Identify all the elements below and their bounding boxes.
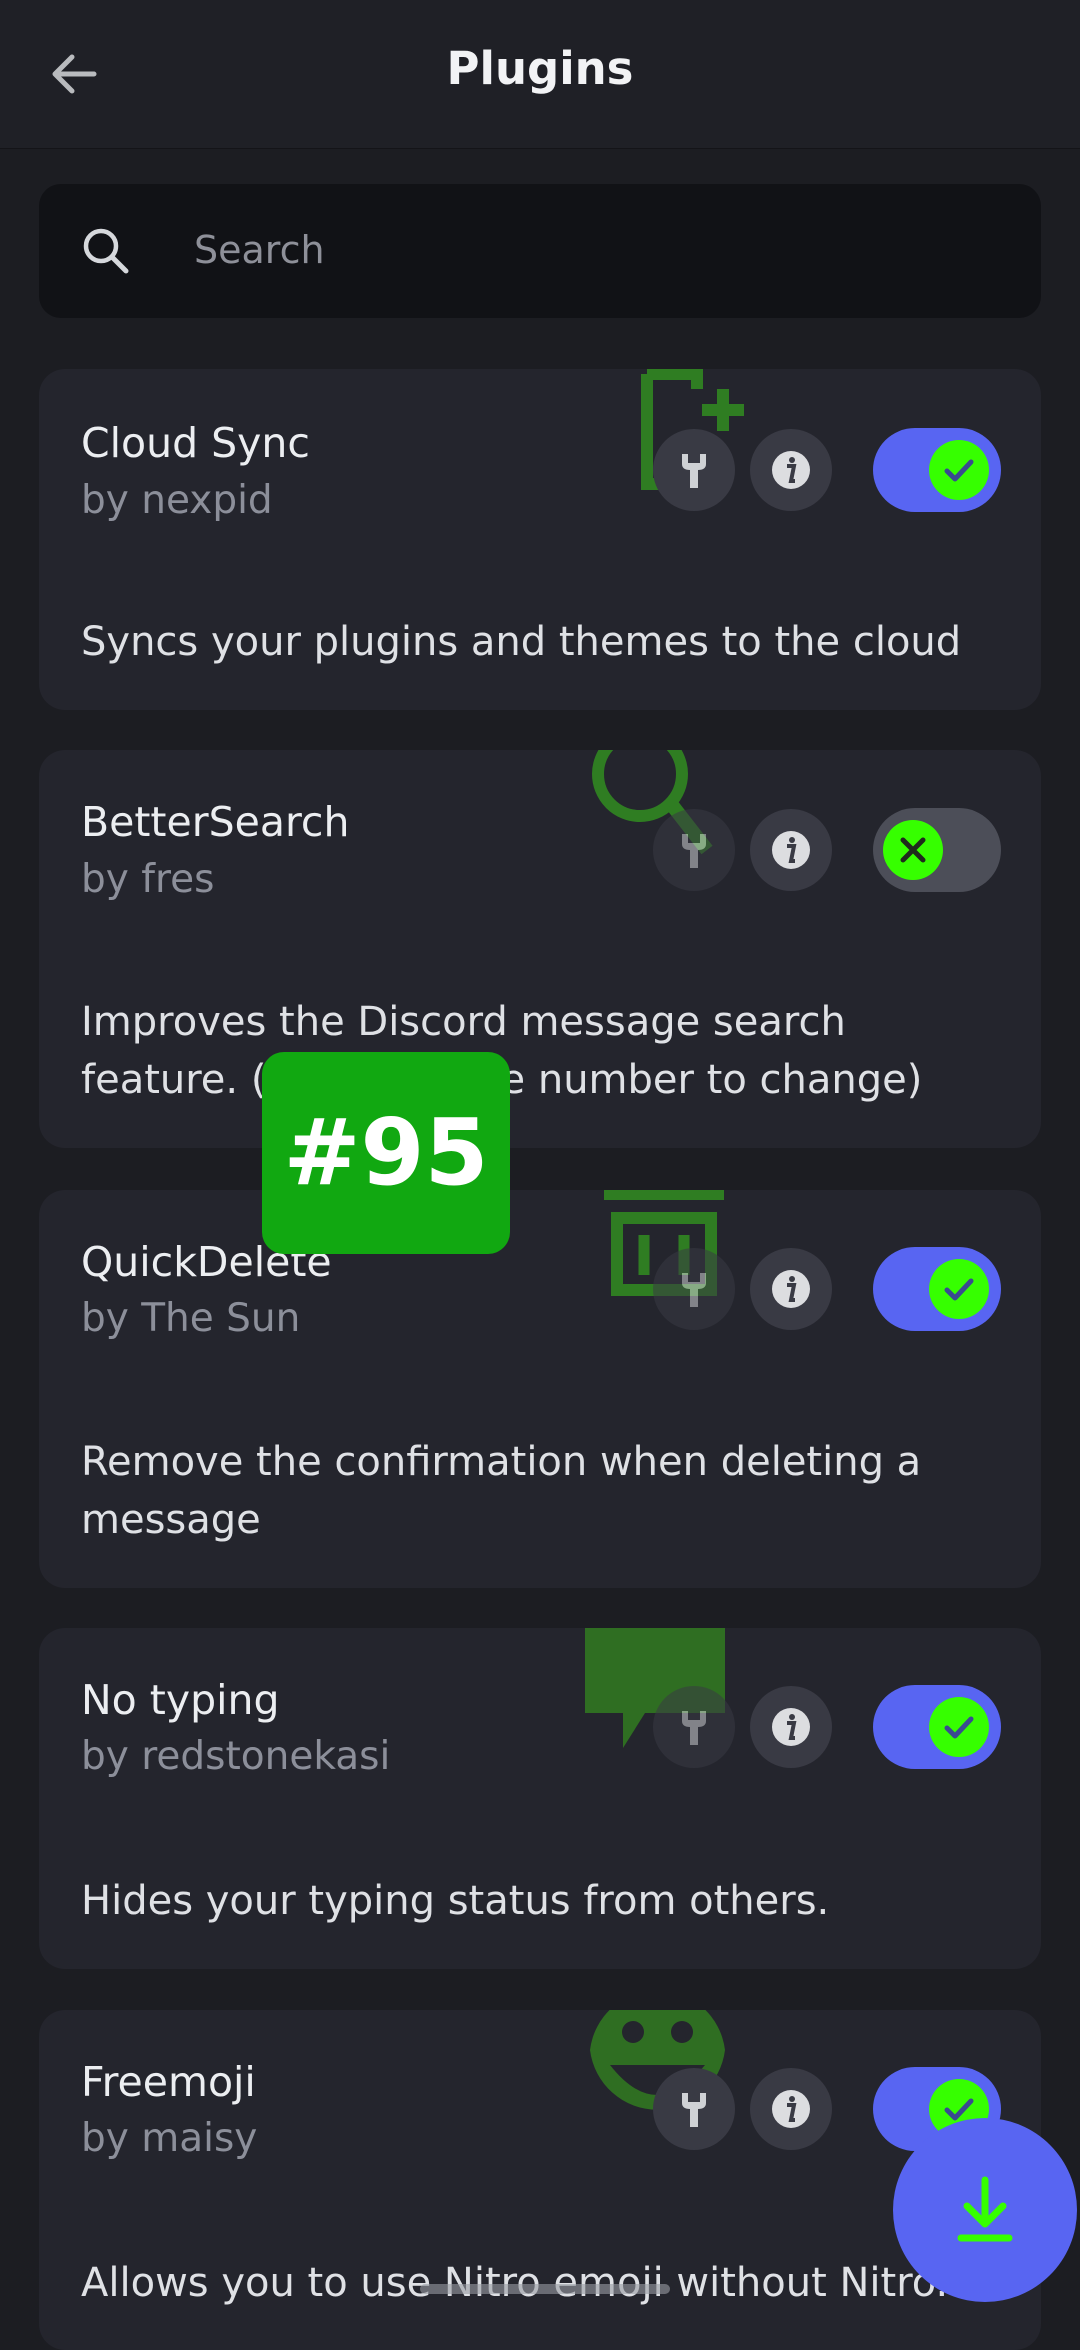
info-icon [772,2090,810,2128]
settings-button[interactable] [653,1686,735,1768]
info-icon [772,1708,810,1746]
plugin-author: by redstonekasi [81,1734,391,1779]
settings-button[interactable] [653,1248,735,1330]
info-button[interactable] [750,1248,832,1330]
plugin-author: by The Sun [81,1296,301,1341]
settings-button[interactable] [653,429,735,511]
check-icon [944,459,974,482]
install-plugin-button[interactable] [893,2118,1077,2302]
plugin-description: Remove the confirmation when deleting a … [81,1439,922,1543]
plugin-toggle[interactable] [873,1685,1001,1769]
plugin-name: Freemoji [81,2058,256,2106]
wrench-icon [682,2093,706,2127]
search-icon [83,228,129,274]
plugin-toggle[interactable] [873,1247,1001,1331]
info-button[interactable] [750,1686,832,1768]
check-icon [944,1278,974,1301]
wrench-icon [682,1711,706,1745]
plugin-toggle[interactable] [873,428,1001,512]
search-input[interactable]: Search [39,184,1041,318]
info-button[interactable] [750,2068,832,2150]
plugin-author: by nexpid [81,478,273,523]
plugin-card-bettersearch: BetterSearch by fres Improves the Discor… [39,750,1041,1148]
settings-button[interactable] [653,2068,735,2150]
info-icon [772,831,810,869]
plugin-toggle[interactable] [873,808,1001,892]
wrench-icon [682,454,706,488]
info-button[interactable] [750,809,832,891]
app-header: Plugins [0,0,1080,149]
info-icon [772,451,810,489]
plugin-description: Syncs your plugins and themes to the clo… [81,619,962,665]
plugin-card-freemoji: Freemoji by maisy Allows you to use Nitr… [39,2010,1041,2350]
info-button[interactable] [750,429,832,511]
plugin-name: Cloud Sync [81,419,310,467]
check-icon [944,1716,974,1739]
wrench-icon [682,834,706,868]
plugin-description: Allows you to use Nitro emoji without Ni… [81,2260,949,2306]
page-title: Plugins [446,42,634,95]
plugin-author: by fres [81,857,215,902]
x-icon [900,837,926,863]
plugin-card-quickdelete: QuickDelete by The Sun Remove the confir… [39,1190,1041,1588]
overlay-badge: #95 [262,1052,510,1254]
settings-button[interactable] [653,809,735,891]
plugin-card-cloud-sync: Cloud Sync by nexpid Syncs your plugins … [39,369,1041,710]
plugin-name: No typing [81,1676,280,1724]
plugin-name: BetterSearch [81,798,350,846]
plugin-card-no-typing: No typing by redstonekasi Hides your typ… [39,1628,1041,1969]
home-indicator [420,2284,670,2294]
plugin-description: Improves the Discord message search feat… [81,999,923,1103]
search-placeholder: Search [194,228,325,272]
info-icon [772,1270,810,1308]
plugin-description: Hides your typing status from others. [81,1878,830,1924]
wrench-icon [682,1273,706,1307]
download-icon [957,2176,1013,2242]
plugin-author: by maisy [81,2116,258,2161]
